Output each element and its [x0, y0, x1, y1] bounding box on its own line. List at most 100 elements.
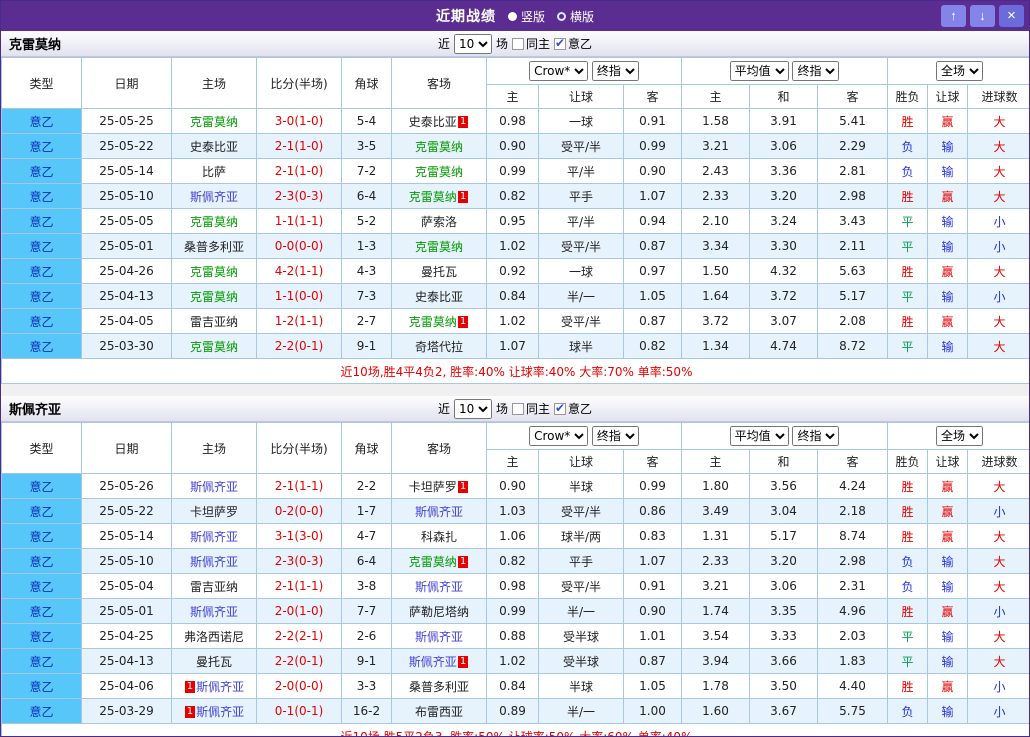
- match-score[interactable]: 2-0(1-0): [257, 599, 342, 624]
- average-select[interactable]: 平均值: [730, 426, 789, 446]
- home-team[interactable]: 桑普多利亚: [172, 234, 257, 259]
- horizontal-layout-radio[interactable]: 横版: [557, 8, 594, 25]
- match-score[interactable]: 2-1(1-1): [257, 474, 342, 499]
- away-team[interactable]: 克雷莫纳1: [392, 184, 487, 209]
- away-team[interactable]: 克雷莫纳1: [392, 549, 487, 574]
- league-checkbox[interactable]: [554, 38, 566, 50]
- bookmaker-select[interactable]: Crow*: [529, 426, 588, 446]
- avg-stage-select[interactable]: 终指: [792, 426, 839, 446]
- team-name-text: 斯佩齐亚: [190, 530, 238, 544]
- scope-select[interactable]: 全场: [936, 61, 983, 81]
- match-score[interactable]: 0-2(0-0): [257, 499, 342, 524]
- home-team[interactable]: 克雷莫纳: [172, 109, 257, 134]
- corner-count: 1-3: [342, 234, 392, 259]
- match-count-select[interactable]: 10: [454, 399, 492, 419]
- match-count-select[interactable]: 10: [454, 34, 492, 54]
- match-score[interactable]: 3-1(3-0): [257, 524, 342, 549]
- away-team[interactable]: 史泰比亚: [392, 284, 487, 309]
- home-team[interactable]: 史泰比亚: [172, 134, 257, 159]
- away-team[interactable]: 萨索洛: [392, 209, 487, 234]
- match-score[interactable]: 2-0(0-0): [257, 674, 342, 699]
- away-team[interactable]: 曼托瓦: [392, 259, 487, 284]
- avg-away-odds: 2.08: [818, 309, 888, 334]
- match-score[interactable]: 2-1(1-0): [257, 134, 342, 159]
- vertical-layout-radio[interactable]: 竖版: [508, 8, 545, 25]
- match-score[interactable]: 1-2(1-1): [257, 309, 342, 334]
- panel-down-button[interactable]: ↓: [970, 5, 995, 27]
- league-checkbox[interactable]: [554, 403, 566, 415]
- match-score[interactable]: 4-2(1-1): [257, 259, 342, 284]
- home-team[interactable]: 克雷莫纳: [172, 334, 257, 359]
- away-team[interactable]: 克雷莫纳: [392, 134, 487, 159]
- match-score[interactable]: 0-1(0-1): [257, 699, 342, 724]
- league-filter[interactable]: 意乙: [554, 35, 592, 52]
- away-team[interactable]: 克雷莫纳: [392, 159, 487, 184]
- bookmaker-home-odds: 1.07: [487, 334, 539, 359]
- league-filter[interactable]: 意乙: [554, 400, 592, 417]
- away-team[interactable]: 萨勒尼塔纳: [392, 599, 487, 624]
- match-row: 意乙25-05-22史泰比亚2-1(1-0)3-5克雷莫纳0.90受平/半0.9…: [2, 134, 1030, 159]
- same-home-filter[interactable]: 同主: [512, 400, 550, 417]
- bookmaker-select[interactable]: Crow*: [529, 61, 588, 81]
- match-score[interactable]: 2-3(0-3): [257, 184, 342, 209]
- away-team[interactable]: 斯佩齐亚: [392, 624, 487, 649]
- home-team[interactable]: 斯佩齐亚: [172, 474, 257, 499]
- home-team[interactable]: 克雷莫纳: [172, 284, 257, 309]
- avg-draw-odds: 3.07: [750, 309, 818, 334]
- league-filter-label: 意乙: [568, 35, 592, 52]
- bookmaker-home-odds: 1.02: [487, 649, 539, 674]
- match-score[interactable]: 2-2(0-1): [257, 334, 342, 359]
- home-team[interactable]: 曼托瓦: [172, 649, 257, 674]
- match-score[interactable]: 2-2(0-1): [257, 649, 342, 674]
- away-team[interactable]: 桑普多利亚: [392, 674, 487, 699]
- away-team[interactable]: 克雷莫纳: [392, 234, 487, 259]
- away-team[interactable]: 克雷莫纳1: [392, 309, 487, 334]
- result-handicap: 赢: [928, 474, 968, 499]
- away-team[interactable]: 奇塔代拉: [392, 334, 487, 359]
- match-score[interactable]: 0-0(0-0): [257, 234, 342, 259]
- avg-stage-select[interactable]: 终指: [792, 61, 839, 81]
- team-name-text: 克雷莫纳: [190, 115, 238, 129]
- home-team[interactable]: 斯佩齐亚: [172, 524, 257, 549]
- close-button[interactable]: ×: [999, 5, 1024, 27]
- same-home-checkbox[interactable]: [512, 403, 524, 415]
- corner-count: 4-7: [342, 524, 392, 549]
- home-team[interactable]: 1斯佩齐亚: [172, 674, 257, 699]
- away-team[interactable]: 布雷西亚: [392, 699, 487, 724]
- match-score[interactable]: 2-3(0-3): [257, 549, 342, 574]
- same-home-checkbox[interactable]: [512, 38, 524, 50]
- home-team[interactable]: 斯佩齐亚: [172, 599, 257, 624]
- away-team[interactable]: 史泰比亚1: [392, 109, 487, 134]
- match-date: 25-05-10: [82, 184, 172, 209]
- away-team[interactable]: 斯佩齐亚1: [392, 649, 487, 674]
- bookmaker-away-odds: 0.86: [624, 499, 682, 524]
- match-score[interactable]: 1-1(0-0): [257, 284, 342, 309]
- home-team[interactable]: 弗洛西诺尼: [172, 624, 257, 649]
- result-win-draw-loss: 负: [888, 699, 928, 724]
- home-team[interactable]: 卡坦萨罗: [172, 499, 257, 524]
- match-score[interactable]: 1-1(1-1): [257, 209, 342, 234]
- away-team[interactable]: 卡坦萨罗1: [392, 474, 487, 499]
- match-score[interactable]: 2-2(2-1): [257, 624, 342, 649]
- home-team[interactable]: 比萨: [172, 159, 257, 184]
- home-team[interactable]: 克雷莫纳: [172, 259, 257, 284]
- home-team[interactable]: 雷吉亚纳: [172, 574, 257, 599]
- away-team[interactable]: 斯佩齐亚: [392, 574, 487, 599]
- home-team[interactable]: 斯佩齐亚: [172, 549, 257, 574]
- average-select[interactable]: 平均值: [730, 61, 789, 81]
- match-score[interactable]: 2-1(1-1): [257, 574, 342, 599]
- odds-stage-select[interactable]: 终指: [592, 61, 639, 81]
- home-team[interactable]: 雷吉亚纳: [172, 309, 257, 334]
- away-team[interactable]: 斯佩齐亚: [392, 499, 487, 524]
- away-team[interactable]: 科森扎: [392, 524, 487, 549]
- panel-up-button[interactable]: ↑: [941, 5, 966, 27]
- scope-select[interactable]: 全场: [936, 426, 983, 446]
- odds-stage-select[interactable]: 终指: [592, 426, 639, 446]
- same-home-filter[interactable]: 同主: [512, 35, 550, 52]
- home-team[interactable]: 斯佩齐亚: [172, 184, 257, 209]
- match-score[interactable]: 2-1(1-0): [257, 159, 342, 184]
- match-score[interactable]: 3-0(1-0): [257, 109, 342, 134]
- home-team[interactable]: 1斯佩齐亚: [172, 699, 257, 724]
- col-score: 比分(半场): [257, 423, 342, 474]
- home-team[interactable]: 克雷莫纳: [172, 209, 257, 234]
